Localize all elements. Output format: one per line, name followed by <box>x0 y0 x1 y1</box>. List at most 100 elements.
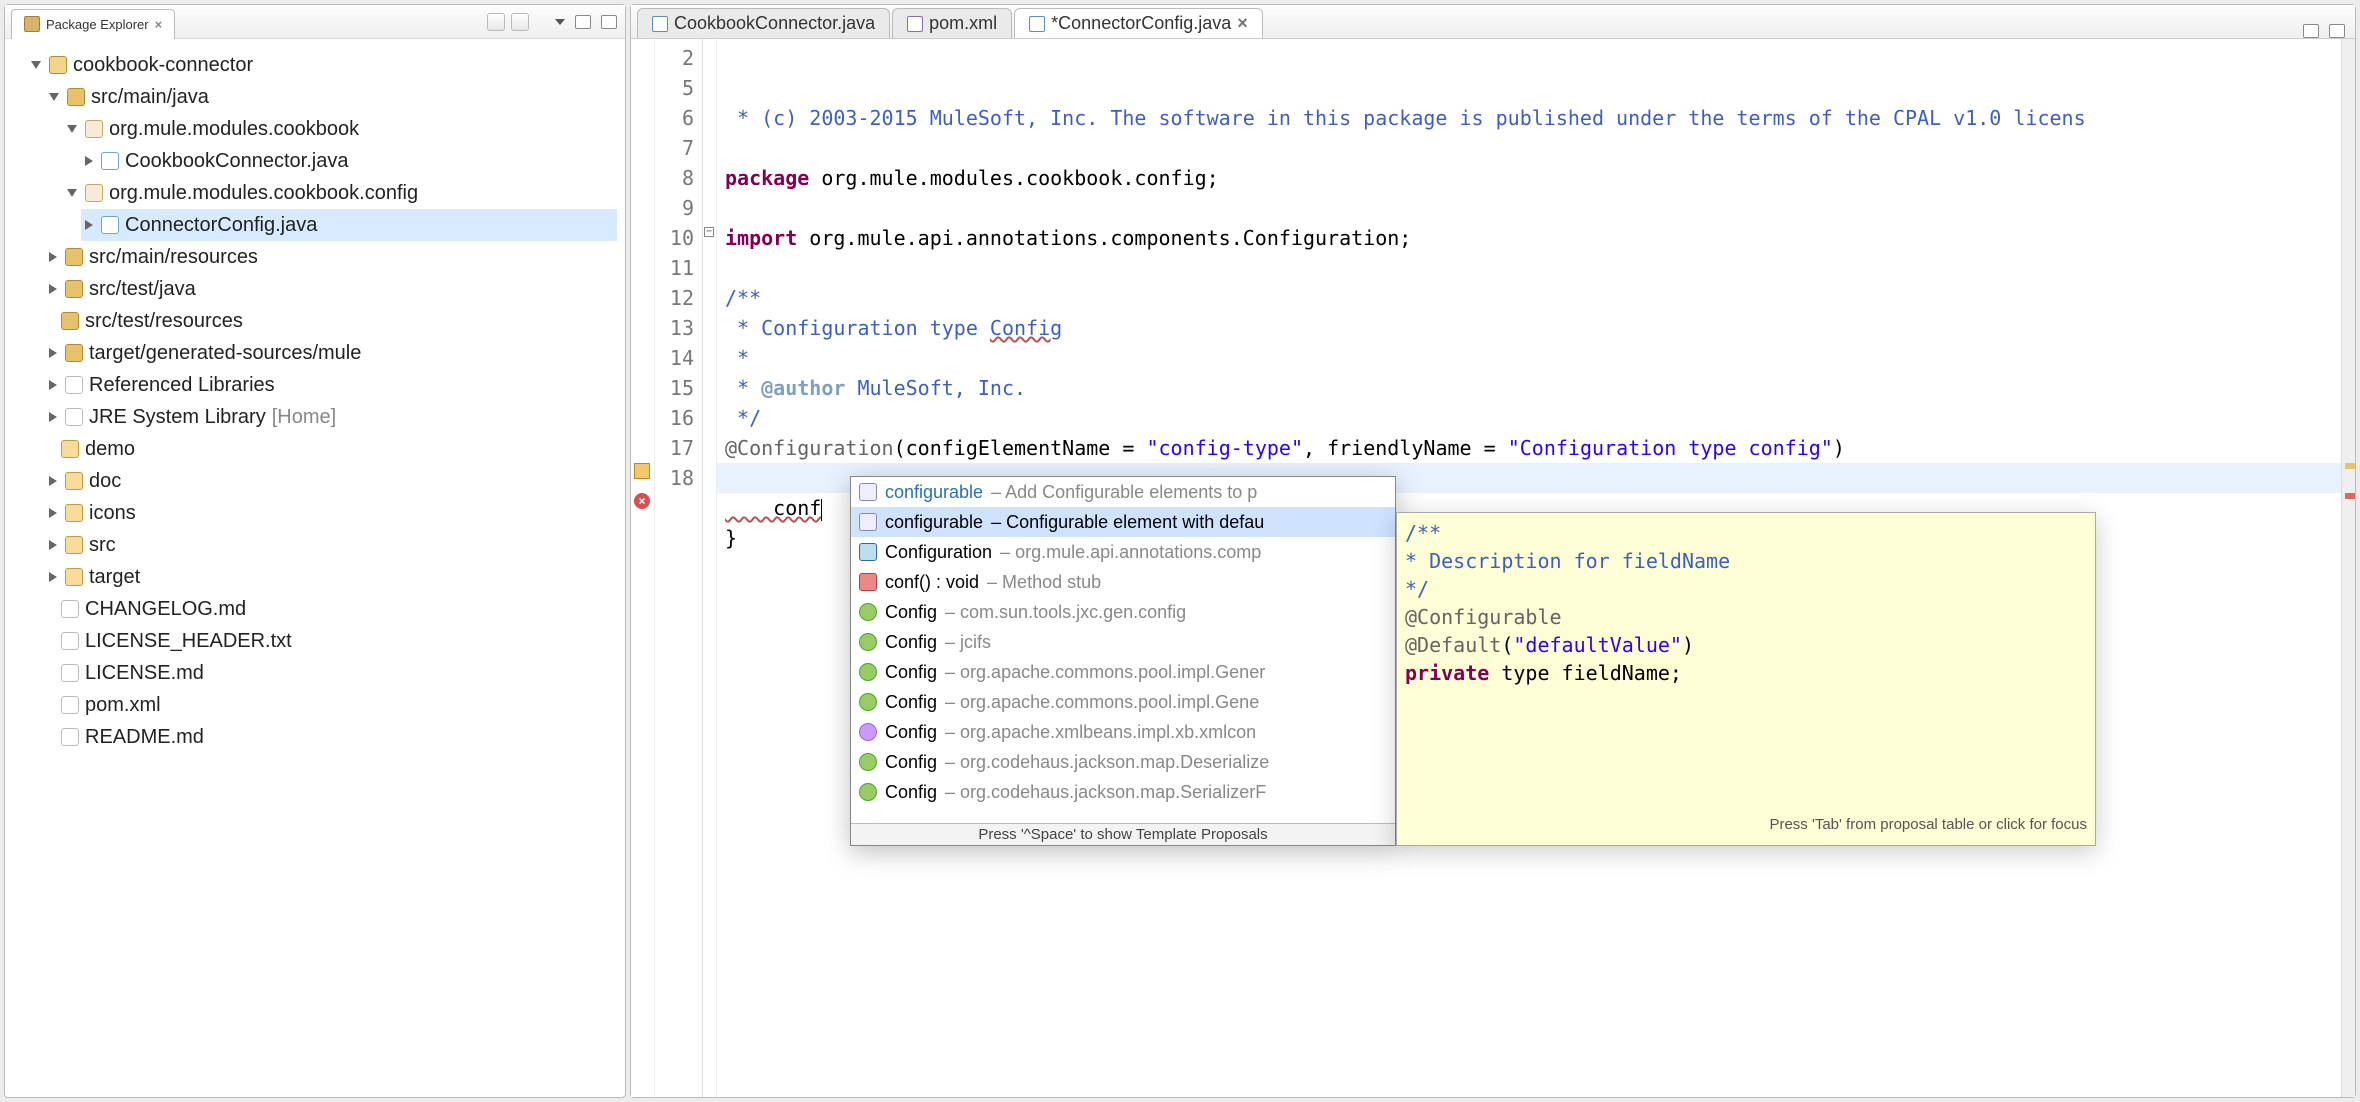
editor-tab-cookbook-connector[interactable]: CookbookConnector.java <box>637 8 890 38</box>
referenced-libraries-node[interactable]: Referenced Libraries <box>45 369 617 401</box>
line-number-gutter: 2 5 6 7 8 9 10 11 12 13 14 15 16 17 18 <box>655 39 703 1097</box>
cookbook-connector-file-node[interactable]: CookbookConnector.java <box>81 145 617 177</box>
icons-folder-node[interactable]: icons <box>45 497 617 529</box>
content-assist-popup[interactable]: configurable – Add Configurable elements… <box>850 476 1396 846</box>
jre-system-library-node[interactable]: JRE System Library [Home] <box>45 401 617 433</box>
library-icon <box>65 376 83 394</box>
folder-icon <box>61 440 79 458</box>
minimize-button[interactable] <box>2303 24 2319 38</box>
proposal-item[interactable]: Config – com.sun.tools.jxc.gen.config <box>851 597 1395 627</box>
collapse-all-button[interactable] <box>487 13 505 31</box>
demo-folder-node[interactable]: demo <box>45 433 617 465</box>
ruler-error-mark[interactable] <box>2345 493 2355 499</box>
source-folder-icon <box>65 344 83 362</box>
package-explorer-tab[interactable]: Package Explorer × <box>11 9 175 39</box>
proposal-item[interactable]: configurable – Add Configurable elements… <box>851 477 1395 507</box>
editor-tab-connector-config[interactable]: *ConnectorConfig.java× <box>1014 8 1263 38</box>
folder-icon <box>65 568 83 586</box>
project-icon <box>49 56 67 74</box>
ruler-warning-mark[interactable] <box>2345 463 2355 469</box>
xml-file-icon <box>61 696 79 714</box>
connector-config-file-node[interactable]: ConnectorConfig.java <box>81 209 617 241</box>
changelog-file-node[interactable]: CHANGELOG.md <box>45 593 617 625</box>
minimize-button[interactable] <box>575 15 591 29</box>
overview-ruler[interactable] <box>2341 39 2355 1097</box>
editor-tabbar: CookbookConnector.java pom.xml *Connecto… <box>631 5 2355 39</box>
editor-toolbar <box>2299 24 2355 38</box>
marker-column: × <box>631 39 655 1097</box>
src-main-java-node[interactable]: src/main/java <box>45 81 617 113</box>
proposal-item[interactable]: Config – jcifs <box>851 627 1395 657</box>
project-node[interactable]: cookbook-connector <box>27 49 617 81</box>
source-folder-icon <box>65 280 83 298</box>
readme-file-node[interactable]: README.md <box>45 721 617 753</box>
view-menu-icon[interactable] <box>555 19 565 25</box>
warning-marker-icon[interactable] <box>634 463 650 479</box>
package-icon <box>85 120 103 138</box>
proposal-item[interactable]: Config – org.apache.commons.pool.impl.Ge… <box>851 657 1395 687</box>
close-icon[interactable]: × <box>1237 13 1248 34</box>
library-icon <box>65 408 83 426</box>
source-folder-icon <box>67 88 85 106</box>
xml-file-icon <box>907 16 923 32</box>
license-header-file-node[interactable]: LICENSE_HEADER.txt <box>45 625 617 657</box>
fold-column: − <box>703 39 717 1097</box>
package-explorer-icon <box>24 16 40 32</box>
package-cookbook-node[interactable]: org.mule.modules.cookbook <box>63 113 617 145</box>
file-icon <box>61 728 79 746</box>
interface-icon <box>859 723 877 741</box>
proposal-item[interactable]: Config – org.codehaus.jackson.map.Deseri… <box>851 747 1395 777</box>
proposal-item[interactable]: Config – org.codehaus.jackson.map.Serial… <box>851 777 1395 807</box>
class-icon <box>859 633 877 651</box>
close-icon[interactable]: × <box>155 17 163 32</box>
src-test-java-node[interactable]: src/test/java <box>45 273 617 305</box>
class-icon <box>859 663 877 681</box>
error-marker-icon[interactable]: × <box>634 493 650 509</box>
fold-toggle-icon[interactable]: − <box>704 227 714 237</box>
java-file-icon <box>101 216 119 234</box>
src-main-resources-node[interactable]: src/main/resources <box>45 241 617 273</box>
javadoc-popup[interactable]: /** * Description for fieldName */ @Conf… <box>1396 512 2096 846</box>
folder-icon <box>65 504 83 522</box>
src-test-resources-node[interactable]: src/test/resources <box>45 305 617 337</box>
link-editor-button[interactable] <box>511 13 529 31</box>
target-generated-node[interactable]: target/generated-sources/mule <box>45 337 617 369</box>
java-file-icon <box>1029 16 1045 32</box>
folder-icon <box>65 472 83 490</box>
template-icon <box>859 483 877 501</box>
proposal-item[interactable]: conf() : void – Method stub <box>851 567 1395 597</box>
class-icon <box>859 603 877 621</box>
package-explorer-toolbar <box>487 13 625 31</box>
proposal-item-selected[interactable]: configurable – Configurable element with… <box>851 507 1395 537</box>
proposal-item[interactable]: Configuration – org.mule.api.annotations… <box>851 537 1395 567</box>
src-folder-node[interactable]: src <box>45 529 617 561</box>
class-icon <box>859 783 877 801</box>
package-explorer-header: Package Explorer × <box>5 5 625 39</box>
maximize-button[interactable] <box>2329 24 2345 38</box>
class-icon <box>859 753 877 771</box>
folder-icon <box>65 536 83 554</box>
text-cursor <box>821 499 822 521</box>
content-assist-list[interactable]: configurable – Add Configurable elements… <box>851 477 1395 823</box>
license-file-node[interactable]: LICENSE.md <box>45 657 617 689</box>
workbench: Package Explorer × cookbook-connector sr… <box>0 0 2360 1102</box>
doc-folder-node[interactable]: doc <box>45 465 617 497</box>
target-folder-node[interactable]: target <box>45 561 617 593</box>
method-stub-icon <box>859 573 877 591</box>
java-file-icon <box>652 16 668 32</box>
maximize-button[interactable] <box>601 15 617 29</box>
pom-file-node[interactable]: pom.xml <box>45 689 617 721</box>
java-file-icon <box>101 152 119 170</box>
file-icon <box>61 664 79 682</box>
package-tree[interactable]: cookbook-connector src/main/java org.mul… <box>5 39 625 1097</box>
proposal-item[interactable]: Config – org.apache.xmlbeans.impl.xb.xml… <box>851 717 1395 747</box>
class-icon <box>859 693 877 711</box>
javadoc-body: /** * Description for fieldName */ @Conf… <box>1405 519 2087 811</box>
package-icon <box>85 184 103 202</box>
package-cookbook-config-node[interactable]: org.mule.modules.cookbook.config <box>63 177 617 209</box>
proposal-item[interactable]: Config – org.apache.commons.pool.impl.Ge… <box>851 687 1395 717</box>
annotation-icon <box>859 543 877 561</box>
source-folder-icon <box>65 248 83 266</box>
editor-tab-pom[interactable]: pom.xml <box>892 8 1012 38</box>
file-icon <box>61 632 79 650</box>
